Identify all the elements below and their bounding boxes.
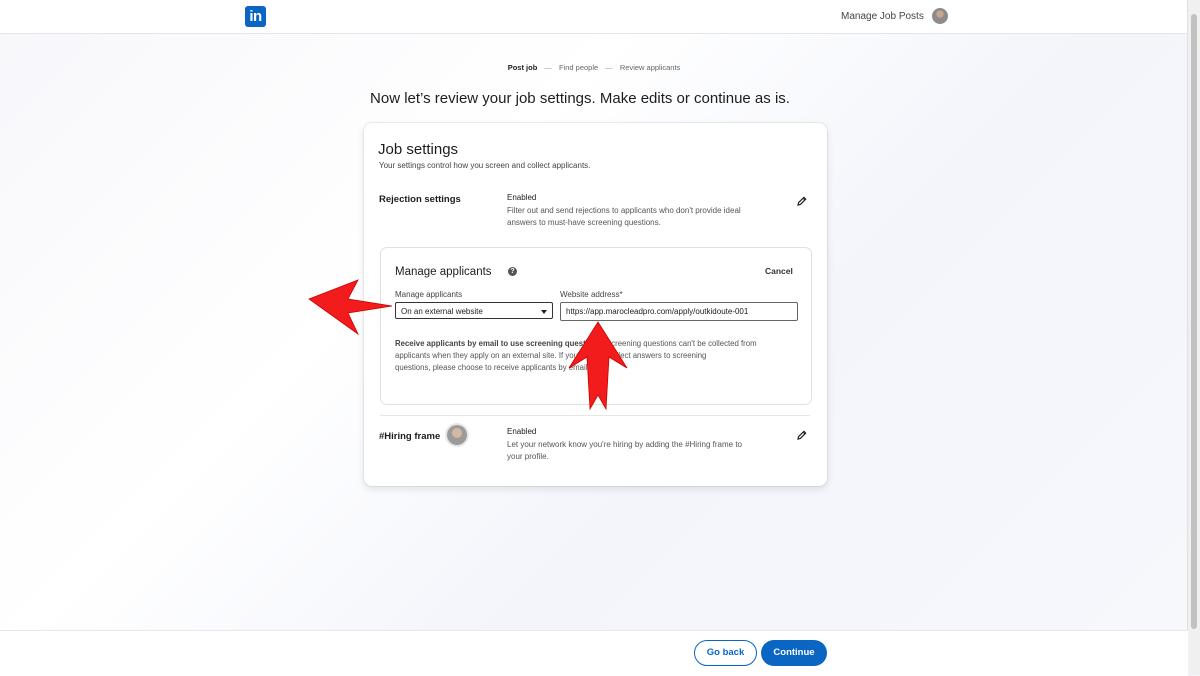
- card-title: Job settings: [378, 141, 459, 158]
- manage-applicants-title: Manage applicants: [395, 266, 492, 278]
- notice-text: questions, please choose to receive appl…: [395, 363, 590, 372]
- step-post-job: Post job: [507, 63, 538, 72]
- screening-notice: Receive applicants by email to use scree…: [395, 338, 795, 374]
- scrollbar[interactable]: [1187, 0, 1200, 675]
- cancel-button[interactable]: Cancel: [765, 266, 793, 276]
- rejection-description-line: answers to must-have screening questions…: [507, 218, 661, 227]
- hiring-frame-description-line: Let your network know you're hiring by a…: [507, 440, 742, 449]
- manage-applicants-panel: Manage applicants ? Cancel Manage applic…: [380, 247, 812, 405]
- go-back-button[interactable]: Go back: [694, 640, 757, 666]
- step-find-people: Find people: [558, 63, 599, 72]
- manage-job-posts-link[interactable]: Manage Job Posts: [841, 11, 924, 22]
- divider: [380, 415, 810, 416]
- manage-applicants-select[interactable]: On an external website: [395, 302, 553, 319]
- page-heading: Now let’s review your job settings. Make…: [370, 90, 790, 107]
- hiring-frame-status: Enabled: [507, 427, 537, 436]
- edit-hiring-frame-pencil-icon[interactable]: [797, 430, 807, 440]
- profile-avatar[interactable]: [932, 8, 948, 24]
- hiring-frame-description-line: your profile.: [507, 452, 549, 461]
- linkedin-logo[interactable]: in: [245, 6, 266, 27]
- notice-bold: Receive applicants by email to use scree…: [395, 339, 604, 348]
- progress-steps: Post job — Find people — Review applican…: [0, 63, 1188, 72]
- notice-text: Screening questions can't be collected f…: [603, 339, 757, 348]
- website-address-input[interactable]: https://app.marocleadpro.com/apply/outki…: [560, 302, 798, 321]
- select-value: On an external website: [401, 307, 483, 316]
- card-subtitle: Your settings control how you screen and…: [379, 161, 591, 170]
- scrollbar-thumb[interactable]: [1191, 14, 1197, 629]
- hiring-frame-label: #Hiring frame: [379, 431, 441, 442]
- hiring-frame-avatar: [447, 425, 467, 445]
- website-address-value: https://app.marocleadpro.com/apply/outki…: [566, 307, 749, 316]
- manage-applicants-select-label: Manage applicants: [395, 290, 463, 299]
- edit-rejection-pencil-icon[interactable]: [797, 196, 807, 206]
- job-settings-card: Job settings Your settings control how y…: [364, 123, 827, 486]
- step-review-applicants: Review applicants: [619, 63, 681, 72]
- step-separator: —: [544, 63, 552, 72]
- rejection-status: Enabled: [507, 193, 537, 202]
- rejection-settings-label: Rejection settings: [379, 194, 461, 205]
- chevron-down-icon: [541, 310, 547, 314]
- continue-button[interactable]: Continue: [761, 640, 827, 666]
- rejection-description-line: Filter out and send rejections to applic…: [507, 206, 741, 215]
- website-address-label: Website address*: [560, 290, 623, 299]
- top-nav-bar: in Manage Job Posts: [0, 0, 1188, 34]
- footer-bar: Go back Continue: [0, 630, 1188, 676]
- hiring-frame-description: Let your network know you're hiring by a…: [507, 439, 742, 463]
- notice-text: applicants when they apply on an externa…: [395, 351, 707, 360]
- help-icon[interactable]: ?: [508, 267, 517, 276]
- rejection-description: Filter out and send rejections to applic…: [507, 205, 741, 229]
- step-separator: —: [605, 63, 613, 72]
